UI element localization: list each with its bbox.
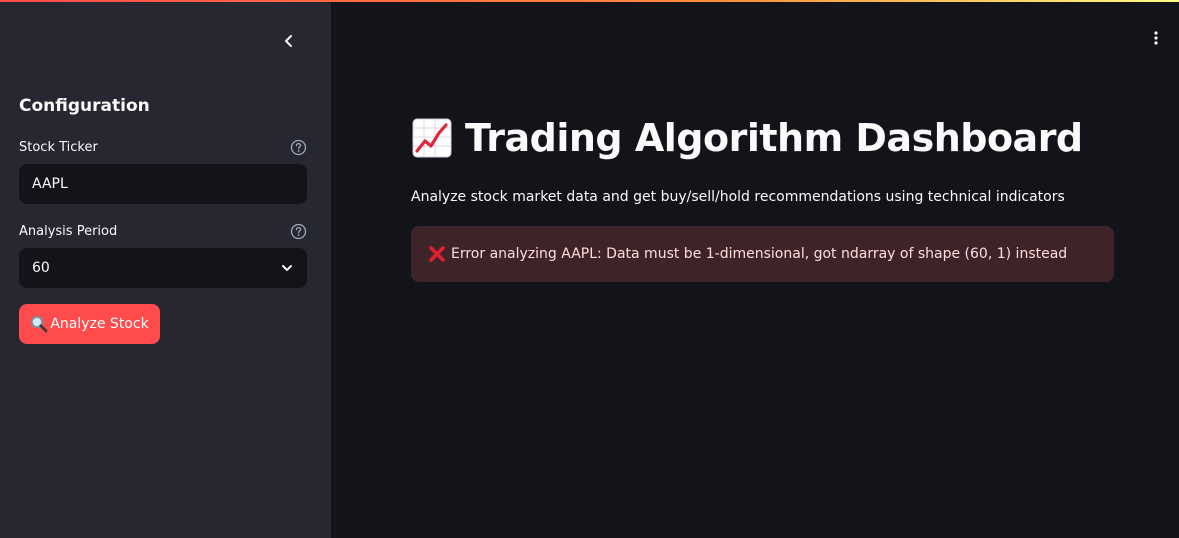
period-label: Analysis Period: [19, 224, 118, 239]
question-circle-icon: [290, 139, 307, 156]
period-help-icon[interactable]: [290, 223, 307, 240]
collapse-sidebar-button[interactable]: [276, 28, 302, 54]
period-selected-value: 60: [32, 260, 50, 276]
question-circle-icon: [290, 223, 307, 240]
page-title-text: Trading Algorithm Dashboard: [465, 116, 1083, 160]
chart-increasing-icon: [412, 118, 452, 158]
chevron-down-icon: [282, 265, 292, 271]
top-decoration-bar: [0, 0, 1179, 2]
main-menu-button[interactable]: [1144, 26, 1168, 50]
analyze-stock-button[interactable]: Analyze Stock: [19, 304, 160, 344]
analyze-button-label: Analyze Stock: [50, 316, 149, 332]
period-select[interactable]: 60: [19, 248, 307, 288]
ticker-help-icon[interactable]: [290, 139, 307, 156]
cross-mark-icon: [429, 246, 445, 262]
magnifying-glass-icon: [31, 315, 48, 333]
sidebar-title: Configuration: [19, 96, 150, 116]
vertical-dots-icon: [1154, 31, 1158, 45]
sidebar: Configuration Stock Ticker Analysis Peri…: [0, 0, 331, 538]
page-title: Trading Algorithm Dashboard: [411, 116, 1083, 160]
page-subtitle: Analyze stock market data and get buy/se…: [411, 189, 1065, 205]
error-message: Error analyzing AAPL: Data must be 1-dim…: [451, 246, 1068, 262]
error-alert: Error analyzing AAPL: Data must be 1-dim…: [411, 226, 1114, 282]
chevron-left-icon: [285, 35, 292, 47]
ticker-label: Stock Ticker: [19, 140, 98, 155]
ticker-input[interactable]: [19, 164, 307, 204]
